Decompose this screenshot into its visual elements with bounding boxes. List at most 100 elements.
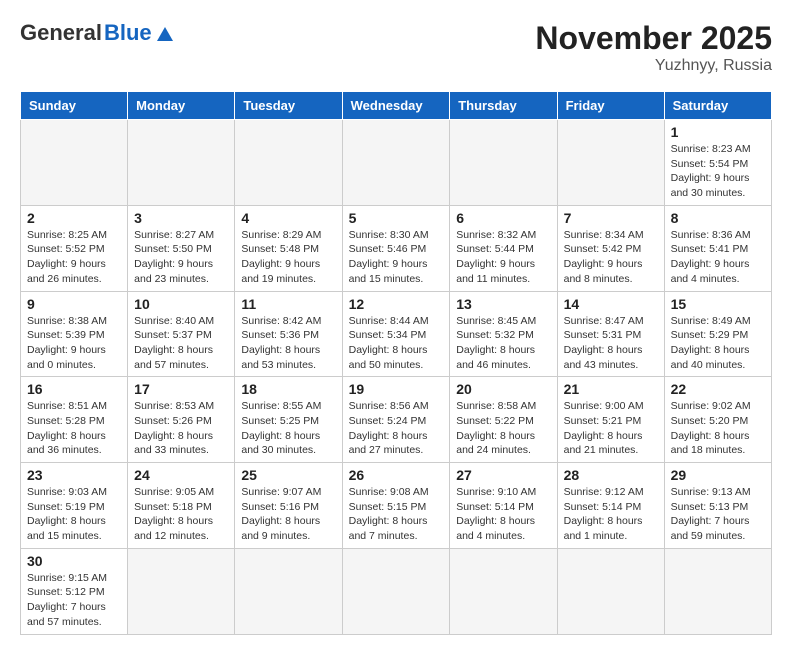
month-title: November 2025	[535, 20, 772, 57]
day-number: 21	[564, 381, 658, 397]
calendar-day-cell	[557, 548, 664, 634]
logo: General Blue	[20, 20, 173, 46]
day-number: 19	[349, 381, 444, 397]
day-number: 6	[456, 210, 550, 226]
day-number: 26	[349, 467, 444, 483]
calendar-day-cell: 12 Sunrise: 8:44 AM Sunset: 5:34 PM Dayli…	[342, 291, 450, 377]
calendar-day-cell: 17 Sunrise: 8:53 AM Sunset: 5:26 PM Dayli…	[128, 377, 235, 463]
day-info: Sunrise: 8:40 AM Sunset: 5:37 PM Dayligh…	[134, 314, 228, 373]
logo-general-text: General	[20, 20, 102, 46]
day-info: Sunrise: 8:25 AM Sunset: 5:52 PM Dayligh…	[27, 228, 121, 287]
calendar-weekday-header: Friday	[557, 92, 664, 120]
calendar-day-cell: 8 Sunrise: 8:36 AM Sunset: 5:41 PM Daylig…	[664, 205, 771, 291]
calendar-day-cell: 16 Sunrise: 8:51 AM Sunset: 5:28 PM Dayli…	[21, 377, 128, 463]
calendar-day-cell: 28 Sunrise: 9:12 AM Sunset: 5:14 PM Dayli…	[557, 463, 664, 549]
day-info: Sunrise: 8:49 AM Sunset: 5:29 PM Dayligh…	[671, 314, 765, 373]
page-header: General Blue November 2025 Yuzhnyy, Russ…	[20, 20, 772, 75]
day-number: 22	[671, 381, 765, 397]
day-number: 11	[241, 296, 335, 312]
calendar-day-cell: 27 Sunrise: 9:10 AM Sunset: 5:14 PM Dayli…	[450, 463, 557, 549]
calendar-day-cell: 25Sunrise: 9:07 AM Sunset: 5:16 PM Dayli…	[235, 463, 342, 549]
calendar-day-cell	[235, 548, 342, 634]
calendar-day-cell	[21, 120, 128, 206]
day-info: Sunrise: 8:29 AM Sunset: 5:48 PM Dayligh…	[241, 228, 335, 287]
title-area: November 2025 Yuzhnyy, Russia	[535, 20, 772, 75]
calendar-day-cell: 7 Sunrise: 8:34 AM Sunset: 5:42 PM Daylig…	[557, 205, 664, 291]
calendar-day-cell: 23Sunrise: 9:03 AM Sunset: 5:19 PM Dayli…	[21, 463, 128, 549]
day-number: 9	[27, 296, 121, 312]
calendar-day-cell	[450, 548, 557, 634]
day-number: 17	[134, 381, 228, 397]
calendar-day-cell: 18 Sunrise: 8:55 AM Sunset: 5:25 PM Dayli…	[235, 377, 342, 463]
calendar-day-cell: 11Sunrise: 8:42 AM Sunset: 5:36 PM Dayli…	[235, 291, 342, 377]
day-number: 16	[27, 381, 121, 397]
calendar-day-cell: 20Sunrise: 8:58 AM Sunset: 5:22 PM Dayli…	[450, 377, 557, 463]
day-info: Sunrise: 8:38 AM Sunset: 5:39 PM Dayligh…	[27, 314, 121, 373]
day-number: 27	[456, 467, 550, 483]
day-number: 4	[241, 210, 335, 226]
day-number: 3	[134, 210, 228, 226]
day-info: Sunrise: 9:12 AM Sunset: 5:14 PM Dayligh…	[564, 485, 658, 544]
day-info: Sunrise: 8:44 AM Sunset: 5:34 PM Dayligh…	[349, 314, 444, 373]
day-info: Sunrise: 9:08 AM Sunset: 5:15 PM Dayligh…	[349, 485, 444, 544]
calendar-day-cell	[342, 548, 450, 634]
calendar-day-cell: 13 Sunrise: 8:45 AM Sunset: 5:32 PM Dayli…	[450, 291, 557, 377]
calendar-week-row: 2Sunrise: 8:25 AM Sunset: 5:52 PM Daylig…	[21, 205, 772, 291]
calendar-day-cell: 1 Sunrise: 8:23 AM Sunset: 5:54 PM Daylig…	[664, 120, 771, 206]
calendar-day-cell: 26 Sunrise: 9:08 AM Sunset: 5:15 PM Dayli…	[342, 463, 450, 549]
calendar-day-cell: 19 Sunrise: 8:56 AM Sunset: 5:24 PM Dayli…	[342, 377, 450, 463]
day-number: 10	[134, 296, 228, 312]
calendar-day-cell: 6 Sunrise: 8:32 AM Sunset: 5:44 PM Daylig…	[450, 205, 557, 291]
logo-triangle-icon	[157, 27, 173, 41]
day-info: Sunrise: 8:53 AM Sunset: 5:26 PM Dayligh…	[134, 399, 228, 458]
day-info: Sunrise: 8:34 AM Sunset: 5:42 PM Dayligh…	[564, 228, 658, 287]
calendar-weekday-header: Thursday	[450, 92, 557, 120]
calendar-day-cell: 3Sunrise: 8:27 AM Sunset: 5:50 PM Daylig…	[128, 205, 235, 291]
calendar-day-cell: 2Sunrise: 8:25 AM Sunset: 5:52 PM Daylig…	[21, 205, 128, 291]
day-number: 8	[671, 210, 765, 226]
day-number: 18	[241, 381, 335, 397]
day-info: Sunrise: 8:23 AM Sunset: 5:54 PM Dayligh…	[671, 142, 765, 201]
day-number: 29	[671, 467, 765, 483]
calendar-week-row: 16 Sunrise: 8:51 AM Sunset: 5:28 PM Dayli…	[21, 377, 772, 463]
calendar-day-cell	[128, 120, 235, 206]
day-number: 14	[564, 296, 658, 312]
day-number: 28	[564, 467, 658, 483]
calendar-day-cell: 21 Sunrise: 9:00 AM Sunset: 5:21 PM Dayli…	[557, 377, 664, 463]
day-number: 12	[349, 296, 444, 312]
day-info: Sunrise: 8:36 AM Sunset: 5:41 PM Dayligh…	[671, 228, 765, 287]
day-number: 5	[349, 210, 444, 226]
day-number: 1	[671, 124, 765, 140]
calendar-week-row: 9 Sunrise: 8:38 AM Sunset: 5:39 PM Daylig…	[21, 291, 772, 377]
calendar-week-row: 23Sunrise: 9:03 AM Sunset: 5:19 PM Dayli…	[21, 463, 772, 549]
day-info: Sunrise: 8:56 AM Sunset: 5:24 PM Dayligh…	[349, 399, 444, 458]
day-info: Sunrise: 9:00 AM Sunset: 5:21 PM Dayligh…	[564, 399, 658, 458]
day-number: 24	[134, 467, 228, 483]
calendar-header-row: SundayMondayTuesdayWednesdayThursdayFrid…	[21, 92, 772, 120]
calendar-day-cell: 10 Sunrise: 8:40 AM Sunset: 5:37 PM Dayli…	[128, 291, 235, 377]
day-info: Sunrise: 9:15 AM Sunset: 5:12 PM Dayligh…	[27, 571, 121, 630]
day-info: Sunrise: 8:45 AM Sunset: 5:32 PM Dayligh…	[456, 314, 550, 373]
calendar-week-row: 1 Sunrise: 8:23 AM Sunset: 5:54 PM Daylig…	[21, 120, 772, 206]
day-info: Sunrise: 8:30 AM Sunset: 5:46 PM Dayligh…	[349, 228, 444, 287]
calendar-weekday-header: Tuesday	[235, 92, 342, 120]
day-number: 30	[27, 553, 121, 569]
day-number: 23	[27, 467, 121, 483]
day-info: Sunrise: 8:51 AM Sunset: 5:28 PM Dayligh…	[27, 399, 121, 458]
day-info: Sunrise: 9:13 AM Sunset: 5:13 PM Dayligh…	[671, 485, 765, 544]
day-info: Sunrise: 8:32 AM Sunset: 5:44 PM Dayligh…	[456, 228, 550, 287]
day-number: 7	[564, 210, 658, 226]
logo-blue-text: Blue	[104, 20, 152, 46]
day-info: Sunrise: 9:10 AM Sunset: 5:14 PM Dayligh…	[456, 485, 550, 544]
calendar-day-cell: 4 Sunrise: 8:29 AM Sunset: 5:48 PM Daylig…	[235, 205, 342, 291]
day-number: 13	[456, 296, 550, 312]
day-number: 20	[456, 381, 550, 397]
calendar-weekday-header: Monday	[128, 92, 235, 120]
day-info: Sunrise: 8:55 AM Sunset: 5:25 PM Dayligh…	[241, 399, 335, 458]
calendar-week-row: 30 Sunrise: 9:15 AM Sunset: 5:12 PM Dayli…	[21, 548, 772, 634]
day-info: Sunrise: 9:05 AM Sunset: 5:18 PM Dayligh…	[134, 485, 228, 544]
calendar-day-cell: 14Sunrise: 8:47 AM Sunset: 5:31 PM Dayli…	[557, 291, 664, 377]
calendar-weekday-header: Wednesday	[342, 92, 450, 120]
calendar-table: SundayMondayTuesdayWednesdayThursdayFrid…	[20, 91, 772, 635]
calendar-day-cell	[128, 548, 235, 634]
